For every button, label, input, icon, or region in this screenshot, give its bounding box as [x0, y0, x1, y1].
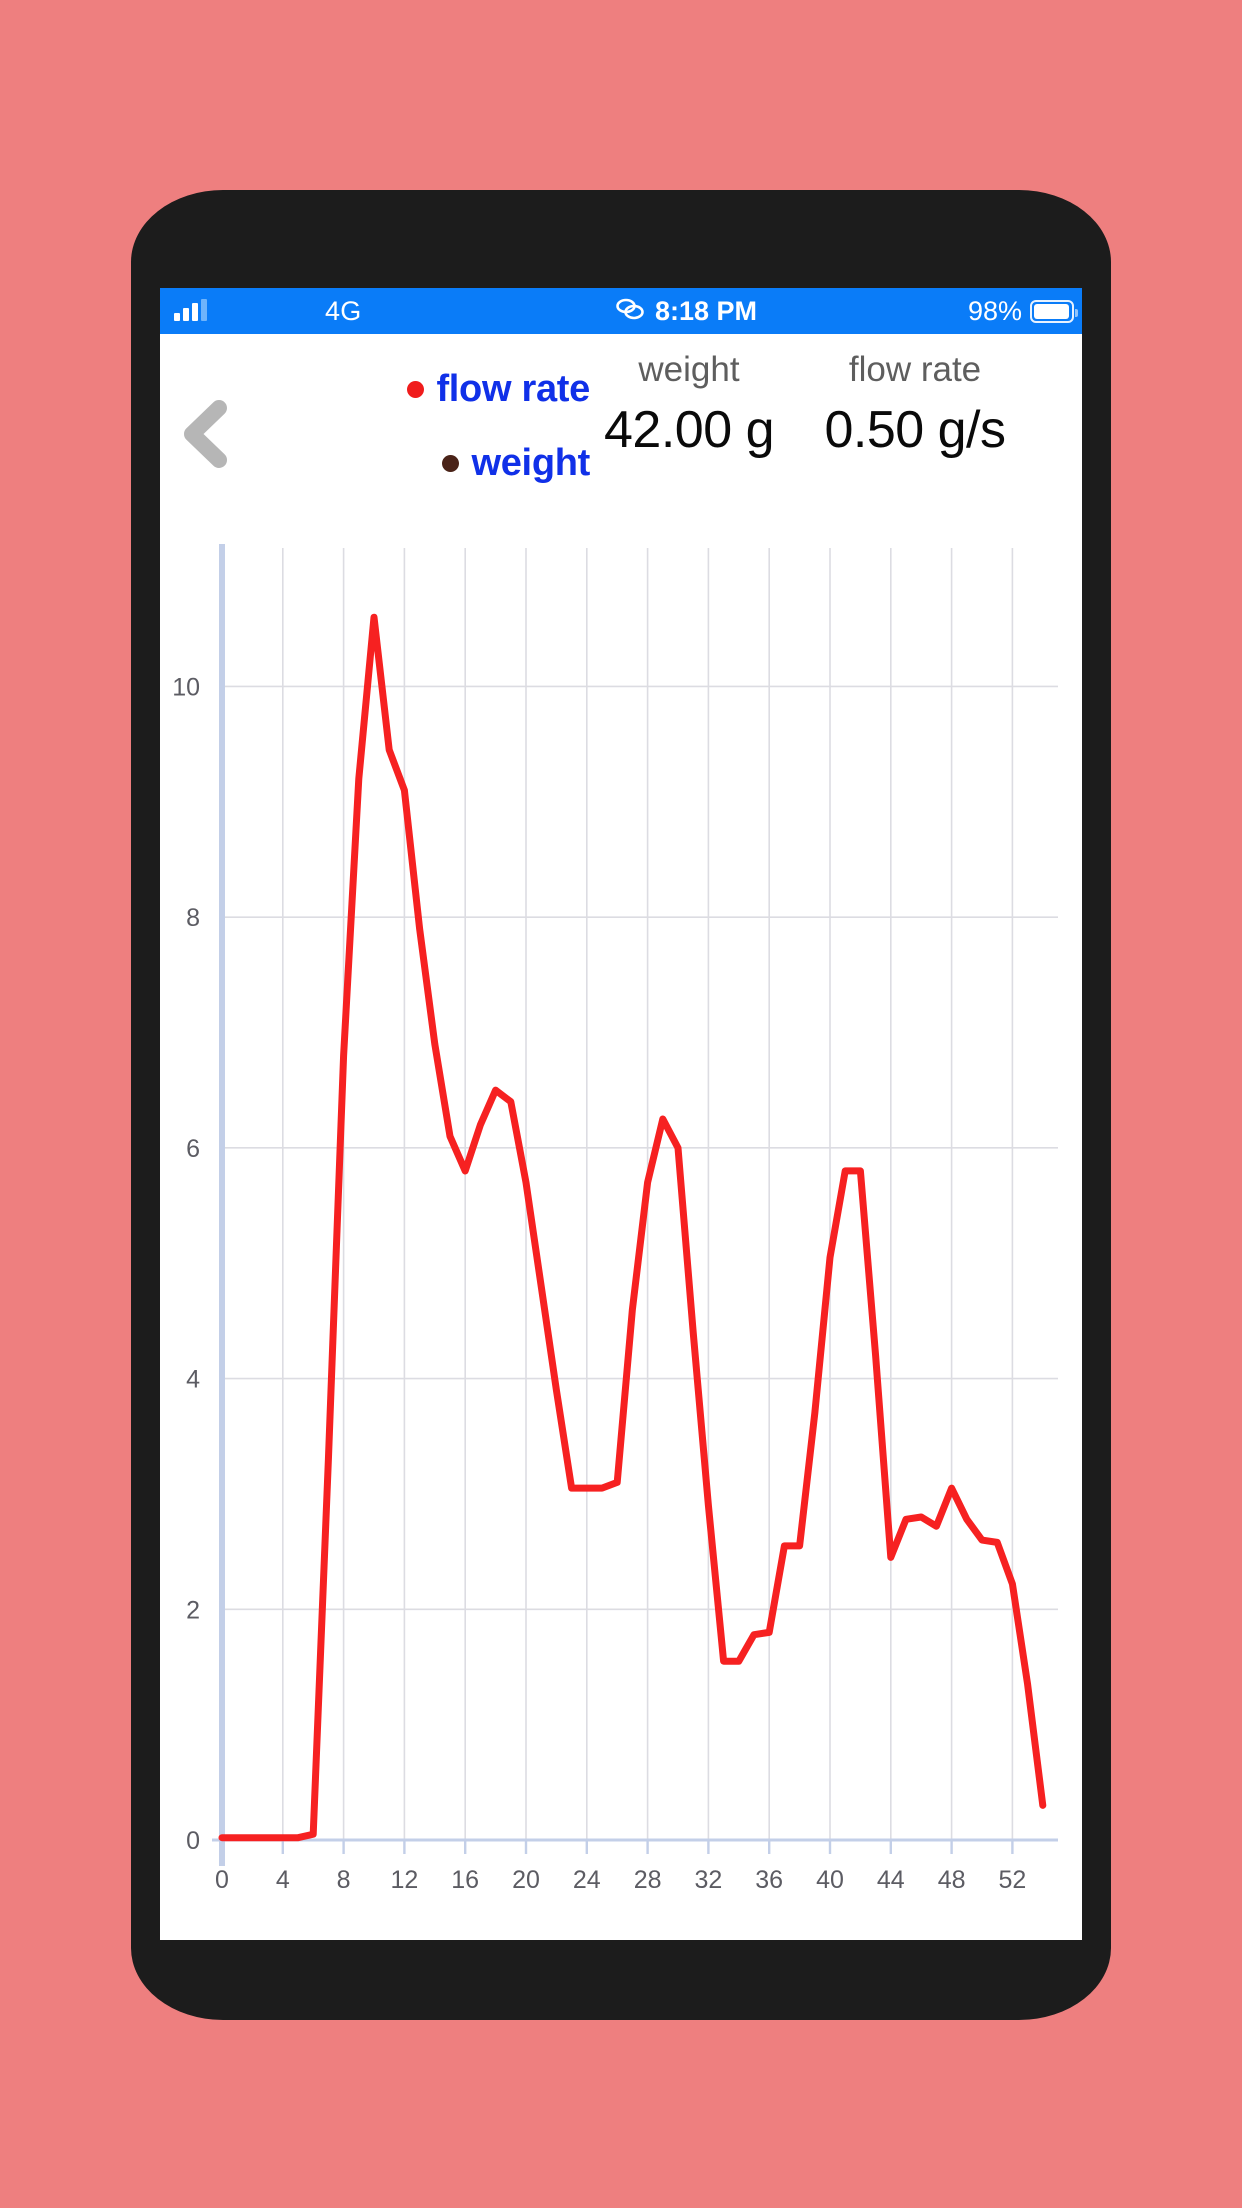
- signal-bars-icon: [174, 299, 207, 321]
- chart-canvas: 0246810 0 4 8 12 16 20 24 28 32 36 40 44 48 52: [172, 544, 1058, 1894]
- x-axis-tick-label: 24: [573, 1866, 601, 1894]
- x-axis-tick-label: 48: [938, 1866, 966, 1894]
- y-axis-tick-labels: 0 2 4 6 8 10: [172, 673, 200, 1855]
- back-chevron-icon: [184, 400, 227, 468]
- x-axis-tick-label: 4: [276, 1866, 290, 1894]
- stat-flow-rate: flow rate 0.50 g/s: [790, 350, 1040, 460]
- x-axis-tick-label: 16: [451, 1866, 479, 1894]
- battery-percent-label: 98%: [967, 296, 1022, 326]
- x-axis-tick-label: 28: [634, 1866, 662, 1894]
- legend-dot-weight: [442, 454, 460, 472]
- x-axis-tick-label: 44: [877, 1866, 905, 1894]
- stat-flow-rate-value: 0.50 g/s: [824, 401, 1006, 459]
- x-axis-tick-label: 40: [816, 1866, 844, 1894]
- y-axis-tick-label: 10: [172, 673, 200, 701]
- chart-legend: flow rate weight: [260, 352, 590, 500]
- x-axis-tick-label: 12: [390, 1866, 418, 1894]
- stat-weight-value: 42.00 g: [604, 401, 775, 459]
- x-axis-tick-label: 0: [215, 1866, 229, 1894]
- battery-full-icon: [1030, 300, 1078, 323]
- x-axis-tick-labels: 0 4 8 12 16 20 24 28 32 36 40 44 48 52: [215, 1840, 1026, 1894]
- x-axis-tick-label: 20: [512, 1866, 540, 1894]
- y-axis-tick-label: 4: [186, 1366, 200, 1394]
- status-bar-right: 98%: [967, 296, 1078, 327]
- status-bar: 4G 8:18 PM 98%: [160, 288, 1082, 334]
- x-axis-tick-label: 52: [998, 1866, 1026, 1894]
- stat-weight: weight 42.00 g: [584, 350, 794, 460]
- legend-item-weight[interactable]: weight: [260, 426, 590, 500]
- x-axis-tick-label: 36: [755, 1866, 783, 1894]
- legend-item-flow-rate[interactable]: flow rate: [260, 352, 590, 426]
- flow-rate-chart[interactable]: 0 2 4 6 8 10 0 4 8 12 16 20 24 28 32 36 40 44 48 52: [160, 538, 1082, 1938]
- link-chain-icon: [614, 297, 646, 326]
- clock-label: 8:18 PM: [655, 296, 758, 326]
- header: flow rate weight weight 42.00 g flow rat…: [160, 334, 1082, 529]
- carrier-label: 4G: [325, 296, 362, 326]
- series-line-flow-rate: [218, 613, 1047, 1842]
- grid-horizontal: [222, 685, 1058, 1611]
- y-axis-tick-label: 8: [186, 904, 200, 932]
- stat-weight-label: weight: [638, 350, 740, 389]
- legend-label-flow-rate: flow rate: [436, 367, 590, 410]
- status-bar-center: 8:18 PM: [614, 296, 757, 327]
- phone-screen: 4G 8:18 PM 98% flow rate weight weight 4…: [160, 288, 1082, 1940]
- legend-dot-flow-rate: [407, 380, 425, 398]
- x-axis-tick-label: 32: [694, 1866, 722, 1894]
- stat-flow-rate-label: flow rate: [848, 350, 982, 389]
- y-axis-tick-label: 2: [186, 1596, 200, 1624]
- legend-label-weight: weight: [471, 441, 590, 484]
- x-axis-tick-label: 8: [337, 1866, 351, 1894]
- y-axis-tick-label: 6: [186, 1135, 200, 1163]
- back-button[interactable]: [172, 394, 242, 474]
- chart-series: [218, 613, 1047, 1842]
- y-axis-tick-label: 0: [186, 1827, 200, 1855]
